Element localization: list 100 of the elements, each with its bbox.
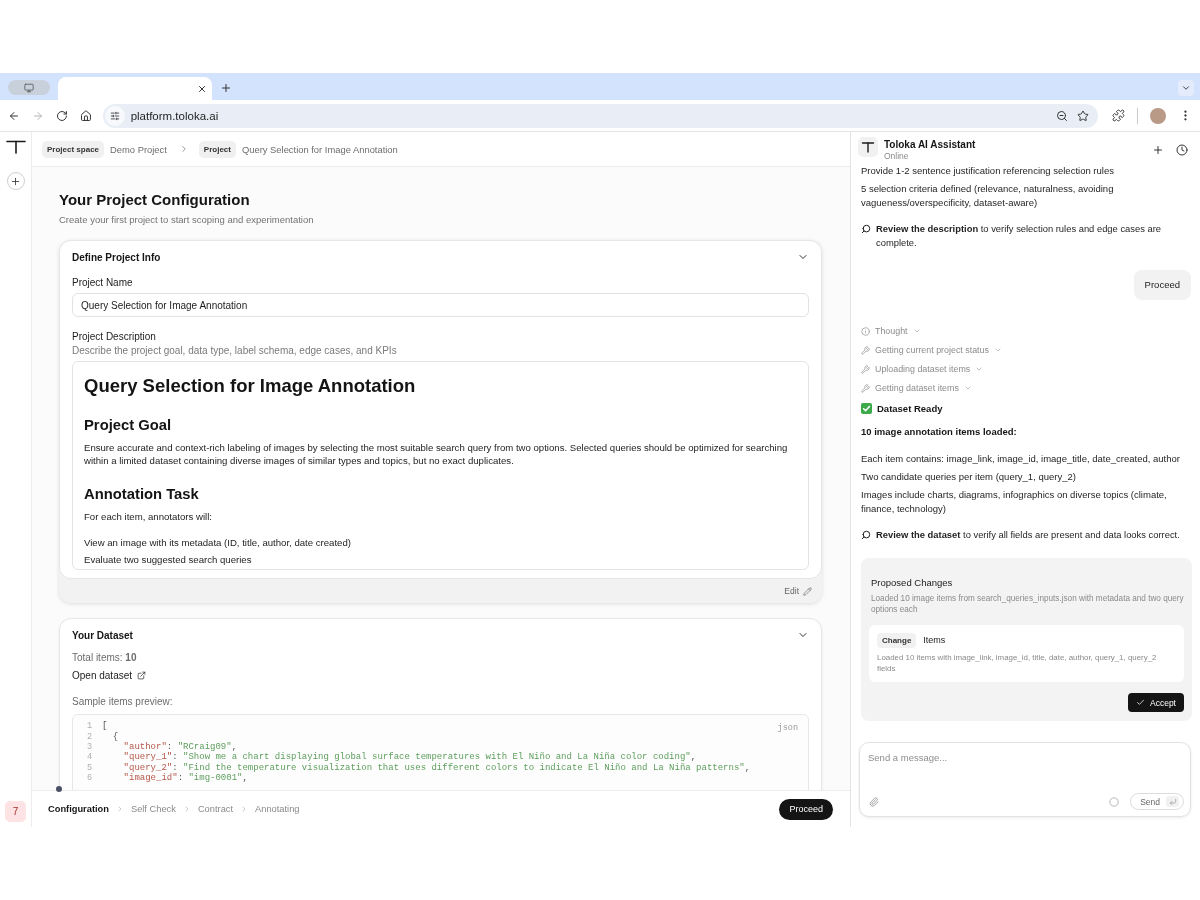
line-number: 3 [85, 741, 92, 752]
change-tag: Change [877, 632, 917, 648]
logo-icon[interactable] [858, 137, 878, 157]
description-paragraph: Ensure accurate and context-rich labeling of images by selecting the most suitable search query from two options. Selected queries should be optimized for searching within a limited dataset containing diverse images of similar types and topics, but no exact duplicates. [84, 441, 789, 467]
chevron-down-icon [975, 365, 984, 373]
code-line: { [111, 731, 119, 742]
message-text: 5 selection criteria defined (relevance, naturalness, avoiding vagueness/overspecificity, dataset-aware) [861, 182, 1115, 210]
site-info-button[interactable] [104, 105, 125, 126]
user-message-bubble: Proceed [1133, 270, 1191, 300]
message-text: Each item contains: image_link, image_id, image_title, date_created, author [861, 452, 1181, 466]
search-icon [861, 530, 871, 540]
sliders-icon [109, 110, 120, 121]
proposal-description: Loaded 10 image items from search_queries_inputs.json with metadata and two query options each [871, 593, 1184, 615]
return-key-icon [1166, 796, 1179, 807]
description-paragraph: For each item, annotators will: [84, 510, 213, 523]
puzzle-icon[interactable] [1112, 109, 1126, 122]
line-number: 1 [85, 721, 92, 732]
message-text: Provide 1-2 sentence justification referencing selection rules [861, 164, 1115, 178]
code-line: "author": "RCraig09", [122, 741, 238, 752]
breadcrumb-tag: Project space [42, 140, 105, 158]
plus-icon [10, 175, 21, 187]
total-items-text: Total items: 10 [72, 651, 138, 664]
message-text: Two candidate queries per item (query_1, query_2) [861, 470, 1077, 484]
field-label: Project Name [72, 277, 134, 289]
assistant-title: Toloka AI Assistant [884, 139, 976, 151]
language-label: json [777, 723, 798, 733]
line-number: 5 [85, 762, 92, 773]
breadcrumb-link[interactable]: Demo Project [110, 143, 167, 155]
project-name-field[interactable]: Query Selection for Image Annotation [72, 293, 809, 317]
close-icon[interactable] [197, 83, 207, 94]
wrench-icon [861, 383, 870, 393]
chevron-down-icon [912, 327, 921, 335]
change-title: Items [923, 635, 946, 645]
preview-label: Sample items preview: [72, 695, 174, 708]
accept-button[interactable]: Accept [1128, 693, 1184, 712]
description-heading: Annotation Task [84, 485, 200, 504]
field-hint: Describe the project goal, data type, label schema, edge cases, and KPIs [72, 345, 398, 357]
back-icon[interactable] [8, 109, 20, 122]
info-icon [861, 326, 870, 336]
step-tab[interactable]: Annotating [255, 804, 300, 814]
dot-icon [56, 786, 62, 792]
tab-group-button[interactable] [8, 80, 50, 95]
star-icon[interactable] [1077, 109, 1090, 122]
card-title: Define Project Info [72, 251, 161, 263]
plus-icon[interactable] [220, 81, 232, 94]
line-number: 2 [85, 731, 92, 742]
breadcrumb-tag: Project [198, 140, 236, 158]
paperclip-icon[interactable] [869, 796, 879, 807]
proceed-button[interactable]: Proceed [779, 798, 833, 820]
count-badge: 7 [5, 801, 26, 822]
description-heading: Project Goal [84, 416, 173, 435]
message-heading: 10 image annotation items loaded: [861, 425, 1018, 439]
url-text: platform.toloka.ai [130, 109, 220, 122]
avatar-icon[interactable] [1150, 107, 1167, 124]
logo-icon[interactable] [5, 140, 26, 154]
chevron-down-icon [963, 384, 972, 392]
thought-toggle[interactable]: Thought [861, 324, 921, 338]
step-tab[interactable]: Self Check [130, 804, 176, 814]
status-heading: Dataset Ready [877, 402, 943, 414]
tool-step-toggle[interactable]: Getting dataset items [861, 381, 972, 395]
chevron-down-icon [993, 346, 1002, 354]
screen-icon [24, 82, 34, 93]
wrench-icon [861, 364, 870, 374]
assistant-status: Online [884, 151, 910, 161]
description-title: Query Selection for Image Annotation [84, 374, 417, 398]
code-line: "image_id": "img-0001", [122, 773, 248, 784]
reload-icon[interactable] [55, 109, 68, 122]
code-line: [ [102, 721, 108, 732]
page-title: Your Project Configuration [59, 190, 251, 210]
field-label: Project Description [72, 331, 157, 343]
breadcrumb-link[interactable]: Query Selection for Image Annotation [241, 143, 398, 155]
open-dataset-link[interactable]: Open dataset [72, 669, 147, 682]
pencil-icon [803, 586, 812, 596]
step-tab[interactable]: Configuration [48, 804, 109, 814]
tool-step-toggle[interactable]: Uploading dataset items [861, 362, 984, 376]
message-composer[interactable]: Send a message... Send [859, 742, 1191, 817]
description-editor[interactable] [72, 361, 809, 570]
zoom-out-icon[interactable] [1056, 109, 1069, 122]
wrench-icon [861, 345, 870, 355]
tool-step-toggle[interactable]: Getting current project status [861, 343, 1002, 357]
description-line: Evaluate two suggested search queries [84, 553, 253, 566]
address-bar[interactable]: platform.toloka.ai [102, 103, 1099, 128]
callout-text: Review the description to verify selection rules and edge cases are complete. [876, 222, 1163, 250]
plus-icon[interactable] [1152, 144, 1164, 156]
step-tab[interactable]: Contract [197, 804, 234, 814]
search-icon [861, 224, 871, 234]
history-icon[interactable] [1176, 144, 1188, 156]
card-title: Your Dataset [72, 629, 133, 641]
callout-text: Review the dataset to verify all fields are present and data looks correct. [876, 528, 1181, 542]
check-box-icon [861, 402, 872, 414]
check-icon [1136, 698, 1145, 707]
page-subtitle: Create your first project to start scoping and experimentation [59, 213, 315, 227]
edit-button[interactable]: Edit [784, 586, 812, 596]
proposal-title: Proposed Changes [871, 576, 954, 590]
description-line: View an image with its metadata (ID, title, author, date created) [84, 536, 352, 549]
message-text: Images include charts, diagrams, infographics on diverse topics (climate, finance, technology) [861, 488, 1168, 516]
home-icon[interactable] [79, 109, 92, 122]
message-field[interactable]: Send a message... [868, 752, 1184, 793]
code-line: "query_2": "Find the temperature visualization that uses different colors to indicate El Niño and La Niña patterns", [122, 762, 751, 773]
spinner-icon [1109, 796, 1120, 807]
